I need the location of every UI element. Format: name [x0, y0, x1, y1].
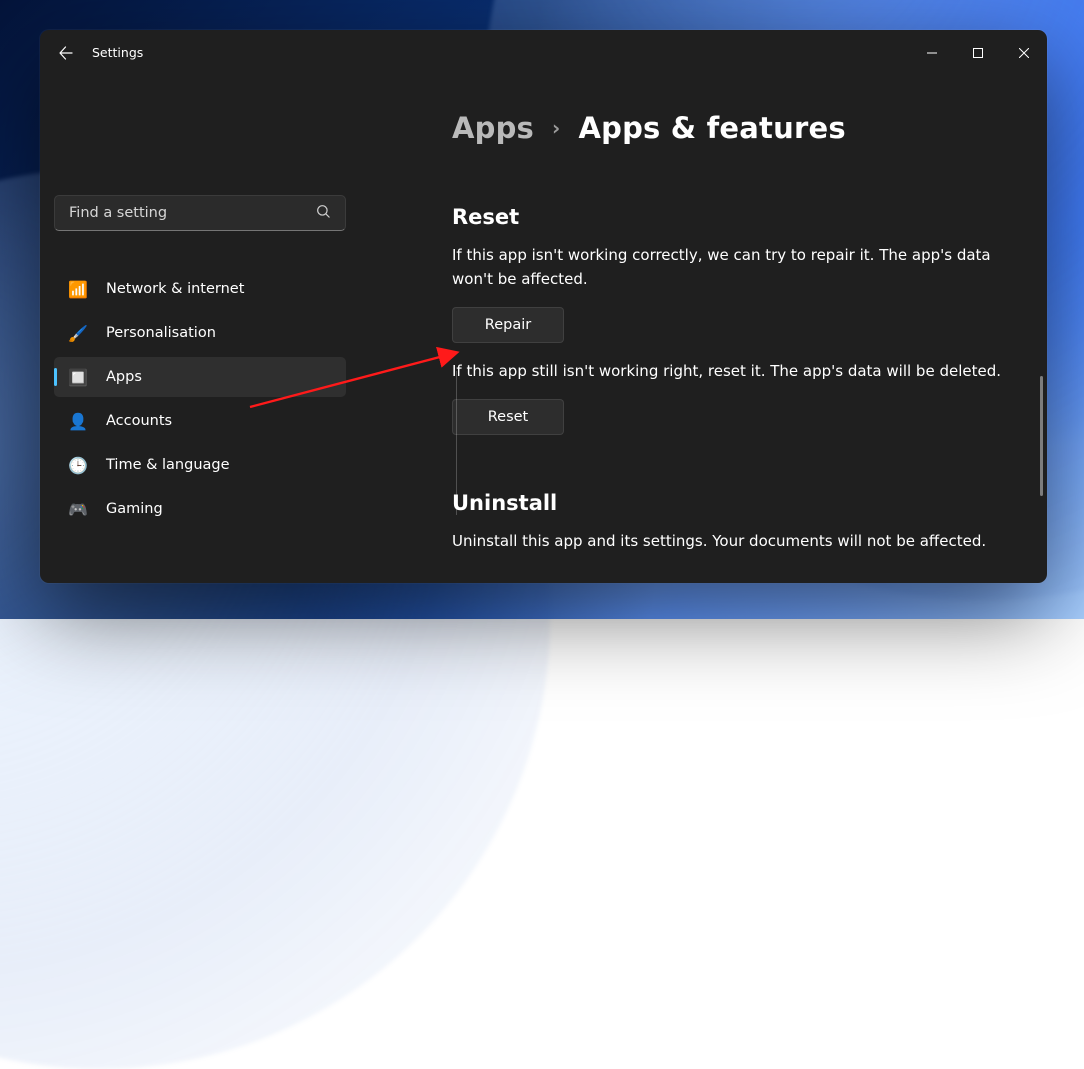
caption-buttons — [909, 37, 1047, 69]
minimize-icon — [927, 48, 937, 58]
minimize-button[interactable] — [909, 37, 955, 69]
reset-button[interactable]: Reset — [452, 399, 564, 435]
content-area: Apps › Apps & features Reset If this app… — [360, 75, 1047, 583]
reset-section: Reset If this app isn't working correctl… — [452, 205, 1023, 451]
sidebar-item-time-language[interactable]: 🕒 Time & language — [54, 445, 346, 485]
sidebar-nav: 📶 Network & internet 🖌️ Personalisation 🔲 App… — [54, 269, 346, 529]
sidebar-item-accounts[interactable]: 👤 Accounts — [54, 401, 346, 441]
sidebar-item-accounts-icon: 👤 — [68, 412, 88, 431]
sidebar-item-time-language-icon: 🕒 — [68, 456, 88, 475]
sidebar-item-label: Network & internet — [106, 281, 244, 297]
sidebar-item-personalisation[interactable]: 🖌️ Personalisation — [54, 313, 346, 353]
sidebar-item-personalisation-icon: 🖌️ — [68, 324, 88, 343]
maximize-button[interactable] — [955, 37, 1001, 69]
titlebar: Settings — [40, 30, 1047, 75]
sidebar-item-label: Time & language — [106, 457, 230, 473]
sidebar-item-apps-icon: 🔲 — [68, 368, 88, 387]
reset-description: If this app still isn't working right, r… — [452, 359, 1023, 383]
window-title: Settings — [92, 45, 143, 60]
breadcrumb: Apps › Apps & features — [452, 111, 1023, 145]
settings-window: Settings 📶 Network & internet 🖌️ Personalis… — [40, 30, 1047, 583]
uninstall-heading: Uninstall — [452, 491, 1023, 515]
search-input[interactable] — [69, 205, 316, 221]
sidebar-item-network[interactable]: 📶 Network & internet — [54, 269, 346, 309]
arrow-left-icon — [58, 45, 74, 61]
repair-button[interactable]: Repair — [452, 307, 564, 343]
back-button[interactable] — [40, 45, 92, 61]
uninstall-section: Uninstall Uninstall this app and its set… — [452, 491, 1023, 553]
search-box[interactable] — [54, 195, 346, 231]
sidebar-item-apps[interactable]: 🔲 Apps — [54, 357, 346, 397]
sidebar: 📶 Network & internet 🖌️ Personalisation 🔲 App… — [40, 75, 360, 583]
maximize-icon — [973, 48, 983, 58]
repair-description: If this app isn't working correctly, we … — [452, 243, 1023, 291]
sidebar-item-network-icon: 📶 — [68, 280, 88, 299]
sidebar-item-label: Accounts — [106, 413, 172, 429]
search-icon — [316, 204, 331, 223]
close-button[interactable] — [1001, 37, 1047, 69]
breadcrumb-current: Apps & features — [578, 111, 845, 145]
reset-heading: Reset — [452, 205, 1023, 229]
chevron-right-icon: › — [552, 116, 560, 140]
breadcrumb-parent[interactable]: Apps — [452, 111, 534, 145]
content-scrollbar[interactable] — [1040, 376, 1043, 496]
sidebar-item-gaming-icon: 🎮 — [68, 500, 88, 519]
sidebar-item-label: Personalisation — [106, 325, 216, 341]
uninstall-description: Uninstall this app and its settings. You… — [452, 529, 1023, 553]
sidebar-item-label: Gaming — [106, 501, 163, 517]
close-icon — [1019, 48, 1029, 58]
sidebar-item-gaming[interactable]: 🎮 Gaming — [54, 489, 346, 529]
sidebar-item-label: Apps — [106, 369, 142, 385]
